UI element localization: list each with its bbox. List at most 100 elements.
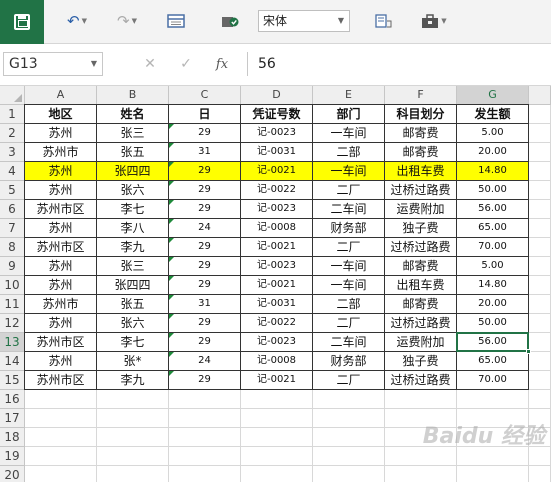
table-cell[interactable]: 张四四 [97, 162, 169, 181]
table-cell[interactable]: 邮寄费 [385, 124, 457, 143]
table-cell[interactable]: 独子费 [385, 219, 457, 238]
row-header-5[interactable]: 5 [0, 181, 25, 200]
toolbox-button[interactable]: ▼ [417, 8, 451, 34]
header-cell[interactable]: 发生额 [457, 105, 529, 124]
table-cell[interactable]: 李九 [97, 371, 169, 390]
table-cell[interactable]: 邮寄费 [385, 295, 457, 314]
table-cell[interactable]: 过桥过路费 [385, 181, 457, 200]
table-cell[interactable]: 邮寄费 [385, 143, 457, 162]
undo-button[interactable]: ↶ ▼ [60, 8, 94, 34]
table-cell[interactable]: 张五 [97, 295, 169, 314]
header-cell[interactable]: 姓名 [97, 105, 169, 124]
table-cell[interactable]: 苏州 [25, 162, 97, 181]
table-cell[interactable]: 一车间 [313, 276, 385, 295]
empty-cell[interactable] [25, 447, 97, 466]
redo-button[interactable]: ↷ ▼ [110, 8, 144, 34]
table-cell[interactable]: 31 [169, 143, 241, 162]
table-cell[interactable]: 65.00 [457, 352, 529, 371]
table-cell[interactable]: 29 [169, 314, 241, 333]
empty-cell[interactable] [313, 466, 385, 482]
empty-cell[interactable] [25, 409, 97, 428]
column-header-a[interactable]: A [25, 86, 97, 105]
table-cell[interactable]: 二厂 [313, 314, 385, 333]
empty-cell[interactable] [529, 162, 551, 181]
empty-cell[interactable] [25, 390, 97, 409]
header-cell[interactable]: 部门 [313, 105, 385, 124]
empty-cell[interactable] [385, 390, 457, 409]
table-cell[interactable]: 李八 [97, 219, 169, 238]
table-cell[interactable]: 苏州市区 [25, 238, 97, 257]
insert-function-icon[interactable]: fx [204, 57, 240, 72]
table-cell[interactable]: 14.80 [457, 276, 529, 295]
column-header-d[interactable]: D [241, 86, 313, 105]
row-header-2[interactable]: 2 [0, 124, 25, 143]
table-cell[interactable]: 记-0008 [241, 219, 313, 238]
row-header-6[interactable]: 6 [0, 200, 25, 219]
empty-cell[interactable] [241, 428, 313, 447]
table-cell[interactable]: 苏州 [25, 352, 97, 371]
table-cell[interactable]: 过桥过路费 [385, 314, 457, 333]
table-cell[interactable]: 苏州 [25, 257, 97, 276]
table-cell[interactable]: 记-0022 [241, 181, 313, 200]
protect-button[interactable] [217, 8, 243, 34]
table-cell[interactable]: 14.80 [457, 162, 529, 181]
table-cell[interactable]: 70.00 [457, 238, 529, 257]
table-cell[interactable]: 苏州市区 [25, 371, 97, 390]
row-header-7[interactable]: 7 [0, 219, 25, 238]
empty-cell[interactable] [169, 447, 241, 466]
table-cell[interactable]: 一车间 [313, 162, 385, 181]
cancel-icon[interactable]: ✕ [132, 56, 168, 72]
table-cell[interactable]: 二部 [313, 143, 385, 162]
confirm-icon[interactable]: ✓ [168, 56, 204, 72]
empty-cell[interactable] [529, 200, 551, 219]
empty-cell[interactable] [385, 466, 457, 482]
empty-cell[interactable] [313, 390, 385, 409]
table-cell[interactable]: 运费附加 [385, 333, 457, 352]
empty-cell[interactable] [529, 371, 551, 390]
row-header-12[interactable]: 12 [0, 314, 25, 333]
row-header-17[interactable]: 17 [0, 409, 25, 428]
table-cell[interactable]: 独子费 [385, 352, 457, 371]
table-cell[interactable]: 20.00 [457, 143, 529, 162]
table-cell[interactable]: 二车间 [313, 333, 385, 352]
table-cell[interactable]: 苏州市 [25, 295, 97, 314]
table-cell[interactable]: 记-0021 [241, 162, 313, 181]
empty-cell[interactable] [529, 257, 551, 276]
table-cell[interactable]: 记-0023 [241, 333, 313, 352]
row-header-20[interactable]: 20 [0, 466, 25, 482]
table-cell[interactable]: 李七 [97, 200, 169, 219]
table-cell[interactable]: 一车间 [313, 257, 385, 276]
print-preview-button[interactable] [163, 8, 189, 34]
empty-cell[interactable] [97, 466, 169, 482]
table-cell[interactable]: 苏州市区 [25, 200, 97, 219]
table-cell[interactable]: 50.00 [457, 181, 529, 200]
empty-cell[interactable] [169, 390, 241, 409]
table-cell[interactable]: 运费附加 [385, 200, 457, 219]
table-cell[interactable]: 29 [169, 124, 241, 143]
empty-cell[interactable] [25, 466, 97, 482]
row-header-10[interactable]: 10 [0, 276, 25, 295]
empty-cell[interactable] [529, 390, 551, 409]
empty-cell[interactable] [313, 428, 385, 447]
table-cell[interactable]: 张* [97, 352, 169, 371]
table-cell[interactable]: 过桥过路费 [385, 371, 457, 390]
table-cell[interactable]: 记-0021 [241, 371, 313, 390]
table-cell[interactable]: 记-0022 [241, 314, 313, 333]
table-cell[interactable]: 65.00 [457, 219, 529, 238]
row-header-16[interactable]: 16 [0, 390, 25, 409]
table-cell[interactable]: 一车间 [313, 124, 385, 143]
table-cell[interactable]: 出租车费 [385, 276, 457, 295]
row-header-13[interactable]: 13 [0, 333, 25, 352]
table-cell[interactable]: 张三 [97, 124, 169, 143]
empty-cell[interactable] [529, 143, 551, 162]
table-cell[interactable]: 二厂 [313, 181, 385, 200]
table-cell[interactable]: 苏州市 [25, 143, 97, 162]
table-cell[interactable]: 29 [169, 276, 241, 295]
empty-cell[interactable] [97, 390, 169, 409]
table-cell[interactable]: 29 [169, 371, 241, 390]
table-cell[interactable]: 张五 [97, 143, 169, 162]
empty-cell[interactable] [241, 447, 313, 466]
empty-cell[interactable] [97, 409, 169, 428]
empty-cell[interactable] [457, 390, 529, 409]
empty-cell[interactable] [169, 466, 241, 482]
